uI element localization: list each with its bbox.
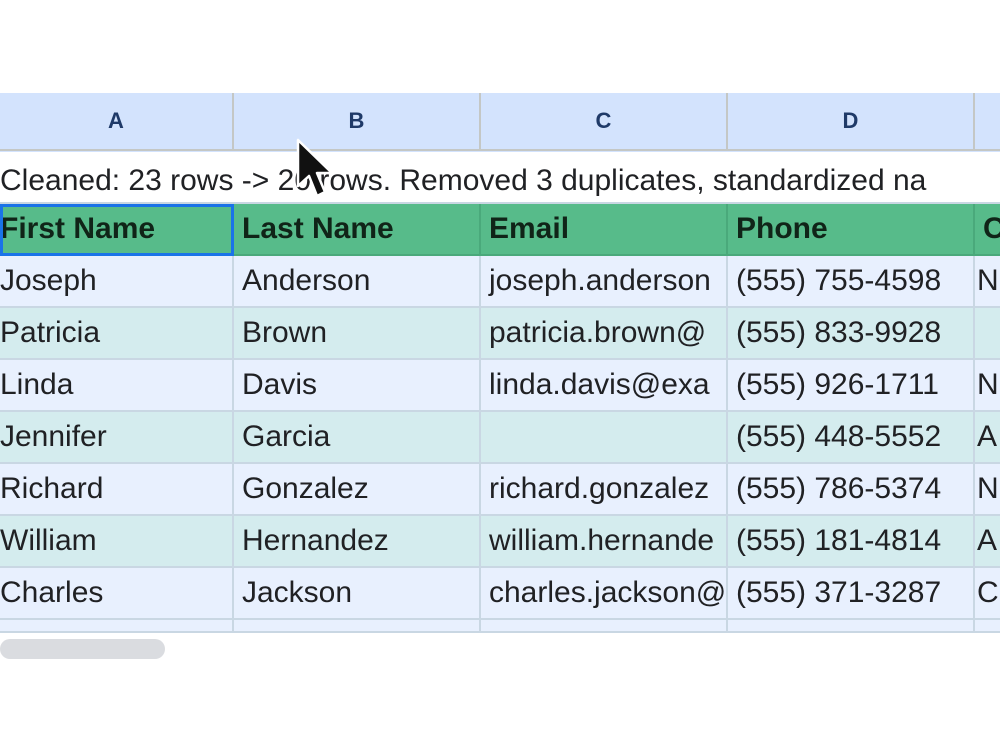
cell[interactable]: (555) 833-9928 bbox=[728, 308, 975, 360]
column-header-e[interactable] bbox=[975, 93, 1000, 151]
cell[interactable]: N bbox=[975, 464, 1000, 516]
cell[interactable]: william.hernande bbox=[481, 516, 728, 568]
cell[interactable]: richard.gonzalez bbox=[481, 464, 728, 516]
cell[interactable]: Jennifer bbox=[0, 412, 234, 464]
cell[interactable]: Linda bbox=[0, 360, 234, 412]
cell[interactable]: Charles bbox=[0, 568, 234, 620]
horizontal-scrollbar-thumb[interactable] bbox=[0, 639, 165, 659]
column-header-b[interactable]: B bbox=[234, 93, 481, 151]
column-header-c[interactable]: C bbox=[481, 93, 728, 151]
column-header-d[interactable]: D bbox=[728, 93, 975, 151]
header-cell[interactable]: Phone bbox=[728, 204, 975, 256]
table-header-row: First Name Last Name Email Phone C bbox=[0, 204, 1000, 256]
cell[interactable]: Jackson bbox=[234, 568, 481, 620]
cell[interactable] bbox=[0, 620, 234, 633]
cell[interactable]: (555) 786-5374 bbox=[728, 464, 975, 516]
header-cell[interactable]: First Name bbox=[0, 204, 234, 256]
cell[interactable]: N bbox=[975, 360, 1000, 412]
cell[interactable] bbox=[481, 412, 728, 464]
cell[interactable]: (555) 926-1711 bbox=[728, 360, 975, 412]
cell[interactable]: Patricia bbox=[0, 308, 234, 360]
table-row: Linda Davis linda.davis@exa (555) 926-17… bbox=[0, 360, 1000, 412]
cell[interactable]: Brown bbox=[234, 308, 481, 360]
cell[interactable]: William bbox=[0, 516, 234, 568]
cell[interactable]: (555) 755-4598 bbox=[728, 256, 975, 308]
arrow-pointer-icon bbox=[296, 138, 334, 198]
cell[interactable]: (555) 181-4814 bbox=[728, 516, 975, 568]
cell[interactable]: patricia.brown@ bbox=[481, 308, 728, 360]
table-row: William Hernandez william.hernande (555)… bbox=[0, 516, 1000, 568]
cell[interactable]: charles.jackson@ bbox=[481, 568, 728, 620]
table-row: Patricia Brown patricia.brown@ (555) 833… bbox=[0, 308, 1000, 360]
cell[interactable]: Davis bbox=[234, 360, 481, 412]
cell[interactable] bbox=[728, 620, 975, 633]
cell[interactable] bbox=[975, 308, 1000, 360]
cell[interactable]: Joseph bbox=[0, 256, 234, 308]
cell[interactable]: (555) 448-5552 bbox=[728, 412, 975, 464]
table-row: Jennifer Garcia (555) 448-5552 A bbox=[0, 412, 1000, 464]
cell[interactable]: Richard bbox=[0, 464, 234, 516]
spreadsheet-grid[interactable]: A B C D Cleaned: 23 rows -> 20 rows. Rem… bbox=[0, 93, 1000, 633]
cell[interactable]: Gonzalez bbox=[234, 464, 481, 516]
cleanup-summary-text[interactable]: Cleaned: 23 rows -> 20 rows. Removed 3 d… bbox=[0, 152, 1000, 204]
table-row: Joseph Anderson joseph.anderson (555) 75… bbox=[0, 256, 1000, 308]
cell[interactable] bbox=[481, 620, 728, 633]
column-header-a[interactable]: A bbox=[0, 93, 234, 151]
header-cell[interactable]: C bbox=[975, 204, 1000, 256]
table-row: Richard Gonzalez richard.gonzalez (555) … bbox=[0, 464, 1000, 516]
header-cell[interactable]: Email bbox=[481, 204, 728, 256]
column-headers: A B C D bbox=[0, 93, 1000, 152]
table-row-partial bbox=[0, 620, 1000, 633]
header-cell[interactable]: Last Name bbox=[234, 204, 481, 256]
cell[interactable]: N bbox=[975, 256, 1000, 308]
table-row: Charles Jackson charles.jackson@ (555) 3… bbox=[0, 568, 1000, 620]
cell[interactable] bbox=[975, 620, 1000, 633]
cell[interactable] bbox=[234, 620, 481, 633]
cell[interactable]: A bbox=[975, 412, 1000, 464]
cell[interactable]: Anderson bbox=[234, 256, 481, 308]
cell[interactable]: A bbox=[975, 516, 1000, 568]
cell[interactable]: Garcia bbox=[234, 412, 481, 464]
cell[interactable]: (555) 371-3287 bbox=[728, 568, 975, 620]
cell[interactable]: linda.davis@exa bbox=[481, 360, 728, 412]
cell[interactable]: Hernandez bbox=[234, 516, 481, 568]
cell[interactable]: joseph.anderson bbox=[481, 256, 728, 308]
cell[interactable]: C bbox=[975, 568, 1000, 620]
